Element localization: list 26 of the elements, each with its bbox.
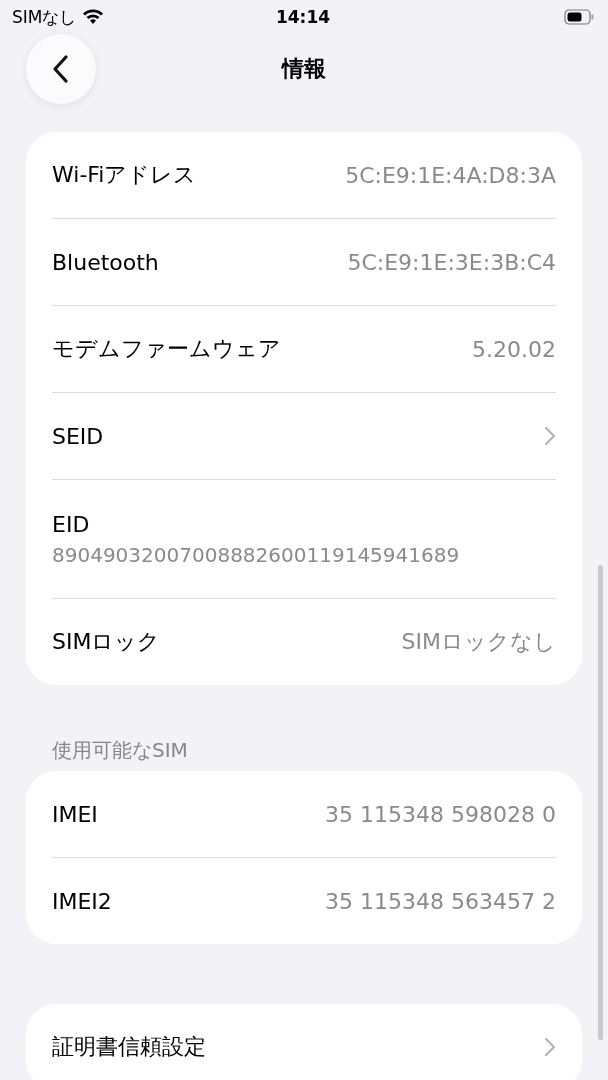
- row-value: 35 115348 598028 0: [325, 801, 556, 827]
- settings-row[interactable]: SEID: [52, 393, 556, 479]
- row-value: 5.20.02: [472, 336, 556, 362]
- settings-row[interactable]: 証明書信頼設定: [52, 1004, 556, 1080]
- page-title: 情報: [282, 55, 326, 83]
- row-label: SIMロック: [52, 628, 161, 656]
- row-label: Wi-Fiアドレス: [52, 161, 197, 189]
- row-label: IMEI: [52, 801, 98, 827]
- row-label: 証明書信頼設定: [52, 1033, 206, 1061]
- row-value: 89049032007008882600119145941689: [52, 542, 460, 567]
- row-label: モデムファームウェア: [52, 335, 281, 363]
- chevron-icon: [544, 1037, 556, 1057]
- section-header: 使用可能なSIM: [51, 736, 189, 764]
- row-label: Bluetooth: [52, 249, 159, 275]
- row-label: EID: [52, 511, 90, 537]
- row-label: SEID: [52, 423, 104, 449]
- row-value: 35 115348 563457 2: [325, 888, 556, 914]
- row-value: 5C:E9:1E:4A:D8:3A: [345, 162, 556, 188]
- carrier-label: SIMなし: [12, 5, 77, 29]
- chevron-icon: [544, 426, 556, 446]
- status-time: 14:14: [275, 7, 331, 27]
- battery-icon: [564, 9, 594, 25]
- row-label: IMEI2: [52, 888, 112, 914]
- row-value: SIMロックなし: [401, 628, 556, 656]
- row-value: 5C:E9:1E:3E:3B:C4: [347, 249, 556, 275]
- wifi-icon: [82, 9, 105, 25]
